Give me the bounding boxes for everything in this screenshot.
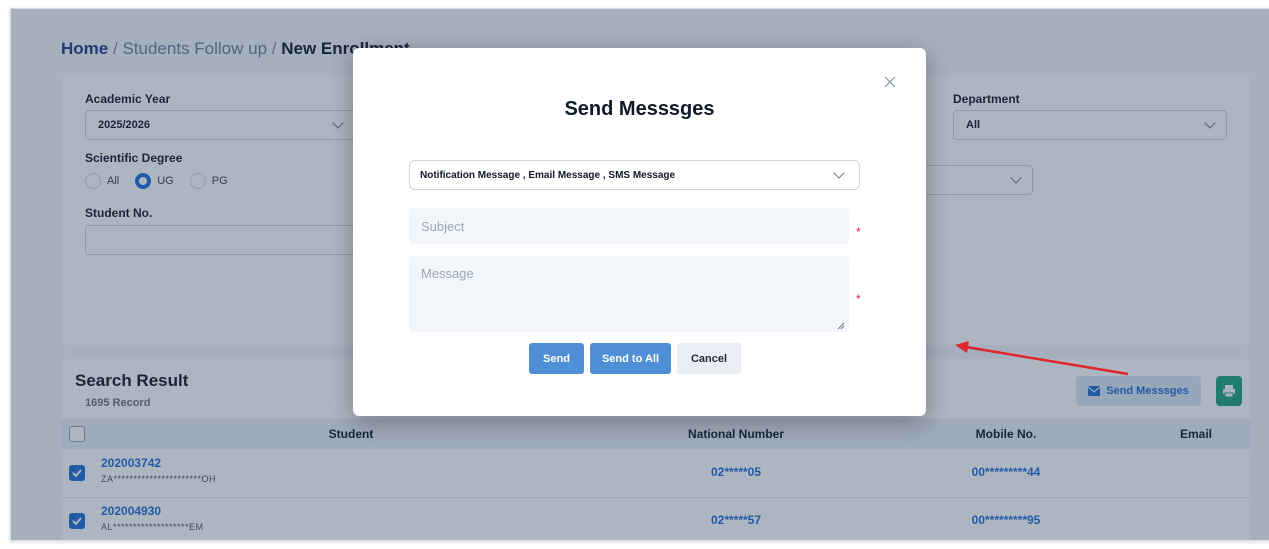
message-type-select[interactable]: Notification Message , Email Message , S… bbox=[409, 160, 860, 190]
required-marker: * bbox=[856, 292, 861, 306]
resize-handle-icon[interactable] bbox=[837, 322, 845, 330]
required-marker: * bbox=[856, 225, 861, 239]
message-textarea[interactable] bbox=[409, 256, 849, 332]
close-icon[interactable] bbox=[883, 75, 897, 89]
dialog-title: Send Messsges bbox=[564, 98, 715, 120]
send-button[interactable]: Send bbox=[529, 343, 584, 374]
message-type-value: Notification Message , Email Message , S… bbox=[420, 169, 676, 181]
chevron-down-icon bbox=[833, 167, 845, 179]
app-frame: Home / Students Follow up / New Enrollme… bbox=[10, 8, 1269, 541]
subject-input[interactable] bbox=[409, 208, 849, 244]
send-to-all-button[interactable]: Send to All bbox=[590, 343, 671, 374]
send-messages-dialog: Send Messsges Notification Message , Ema… bbox=[353, 48, 926, 416]
cancel-button[interactable]: Cancel bbox=[677, 343, 741, 374]
